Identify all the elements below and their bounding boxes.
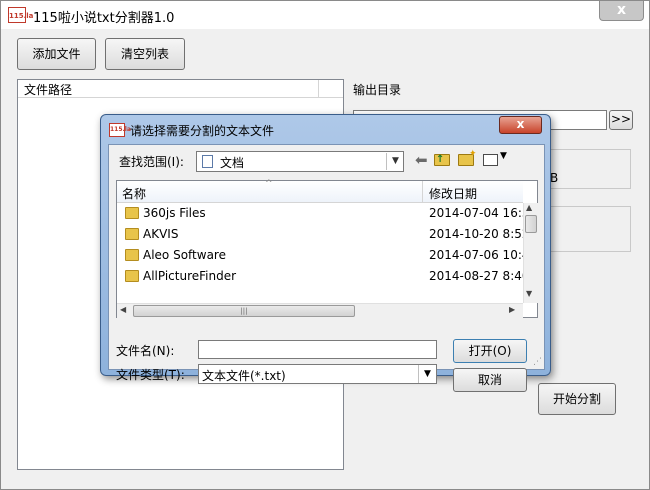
- column-header-name[interactable]: 名称 ^: [117, 179, 423, 203]
- look-in-label: 查找范围(I):: [119, 155, 184, 169]
- column-header-date[interactable]: 修改日期: [423, 181, 523, 203]
- up-arrow-icon: ↑: [436, 154, 445, 165]
- back-icon[interactable]: ⬅: [415, 152, 428, 168]
- scroll-right-icon[interactable]: ▶: [509, 305, 515, 314]
- look-in-value: 文档: [220, 156, 245, 170]
- item-name: 360js Files: [143, 206, 206, 220]
- column-date-label: 修改日期: [429, 187, 478, 201]
- start-split-button[interactable]: 开始分割: [538, 383, 616, 415]
- item-date: 2014-08-27 8:40: [429, 269, 523, 283]
- item-date: 2014-07-04 16:3: [429, 206, 523, 220]
- scroll-left-icon[interactable]: ◀: [120, 305, 126, 314]
- item-name: AllPictureFinder: [143, 269, 237, 283]
- document-icon: [202, 155, 213, 168]
- item-name: AKVIS: [143, 227, 179, 241]
- chevron-down-icon[interactable]: ▼: [418, 365, 436, 383]
- horizontal-scrollbar[interactable]: ◀ ||| ▶: [117, 303, 523, 318]
- scroll-thumb[interactable]: [525, 215, 537, 233]
- list-item[interactable]: 360js Files 2014-07-04 16:3: [117, 203, 523, 224]
- clear-list-button[interactable]: 清空列表: [105, 38, 185, 70]
- folder-icon: [125, 207, 139, 219]
- dialog-close-button[interactable]: x: [499, 116, 542, 134]
- column-name-label: 名称: [122, 187, 147, 201]
- list-item[interactable]: AllPictureFinder 2014-08-27 8:40: [117, 266, 523, 287]
- item-name: Aleo Software: [143, 248, 226, 262]
- resize-grip-icon[interactable]: ⋰: [533, 357, 542, 367]
- folder-icon: [125, 270, 139, 282]
- dialog-app-icon: 115.la: [109, 123, 131, 137]
- dialog-title: 请选择需要分割的文本文件: [130, 124, 275, 138]
- sparkle-icon: ✦: [469, 149, 477, 159]
- add-file-button[interactable]: 添加文件: [17, 38, 96, 70]
- open-file-dialog: 115.la 请选择需要分割的文本文件 x 查找范围(I): 文档 ▼ ⬅ ↑ …: [100, 114, 551, 392]
- column-header-label: 文件路径: [24, 83, 73, 97]
- chevron-down-icon[interactable]: ▼: [386, 153, 404, 170]
- item-date: 2014-10-20 8:52: [429, 227, 523, 241]
- up-folder-icon[interactable]: ↑: [434, 154, 450, 166]
- view-menu-chevron-icon[interactable]: ▼: [500, 151, 507, 161]
- file-type-label: 文件类型(T):: [116, 368, 185, 382]
- item-date: 2014-07-06 10:4: [429, 248, 523, 262]
- column-header-blank: [318, 80, 343, 98]
- column-header-file-path[interactable]: 文件路径: [18, 80, 319, 98]
- close-button[interactable]: x: [599, 1, 644, 21]
- folder-icon: [125, 228, 139, 240]
- dialog-body: 查找范围(I): 文档 ▼ ⬅ ↑ ✦ ▼ 名称 ^ 修改日期 360js Fi…: [108, 144, 545, 392]
- options-partial-text: B: [550, 171, 559, 185]
- scroll-up-icon[interactable]: ▲: [526, 203, 532, 212]
- scroll-down-icon[interactable]: ▼: [526, 289, 532, 298]
- window-title: 115啦小说txt分割器1.0: [33, 11, 175, 26]
- vertical-scrollbar[interactable]: ▲ ▼: [523, 203, 538, 303]
- scroll-thumb-horizontal[interactable]: |||: [133, 305, 355, 317]
- open-button[interactable]: 打开(O): [453, 339, 527, 363]
- list-item[interactable]: AKVIS 2014-10-20 8:52: [117, 224, 523, 245]
- view-menu-icon[interactable]: [483, 154, 498, 166]
- file-type-dropdown[interactable]: 文本文件(*.txt) ▼: [198, 364, 437, 384]
- file-type-value: 文本文件(*.txt): [202, 369, 286, 383]
- new-folder-icon[interactable]: ✦: [458, 149, 477, 166]
- browse-button[interactable]: >>: [609, 110, 633, 130]
- folder-icon: [125, 249, 139, 261]
- look-in-dropdown[interactable]: 文档 ▼: [196, 151, 404, 172]
- cancel-button[interactable]: 取消: [453, 368, 527, 392]
- file-name-input[interactable]: [198, 340, 437, 359]
- list-item[interactable]: Aleo Software 2014-07-06 10:4: [117, 245, 523, 266]
- app-logo-icon: 115.la: [8, 7, 33, 23]
- options-group-box-2: [541, 206, 631, 252]
- sort-ascending-icon: ^: [265, 179, 273, 189]
- title-bar: 115.la 115啦小说txt分割器1.0 x: [1, 1, 649, 29]
- file-name-label: 文件名(N):: [116, 344, 175, 358]
- output-dir-label: 输出目录: [353, 83, 402, 97]
- file-browser-list[interactable]: 名称 ^ 修改日期 360js Files 2014-07-04 16:3 AK…: [116, 179, 538, 318]
